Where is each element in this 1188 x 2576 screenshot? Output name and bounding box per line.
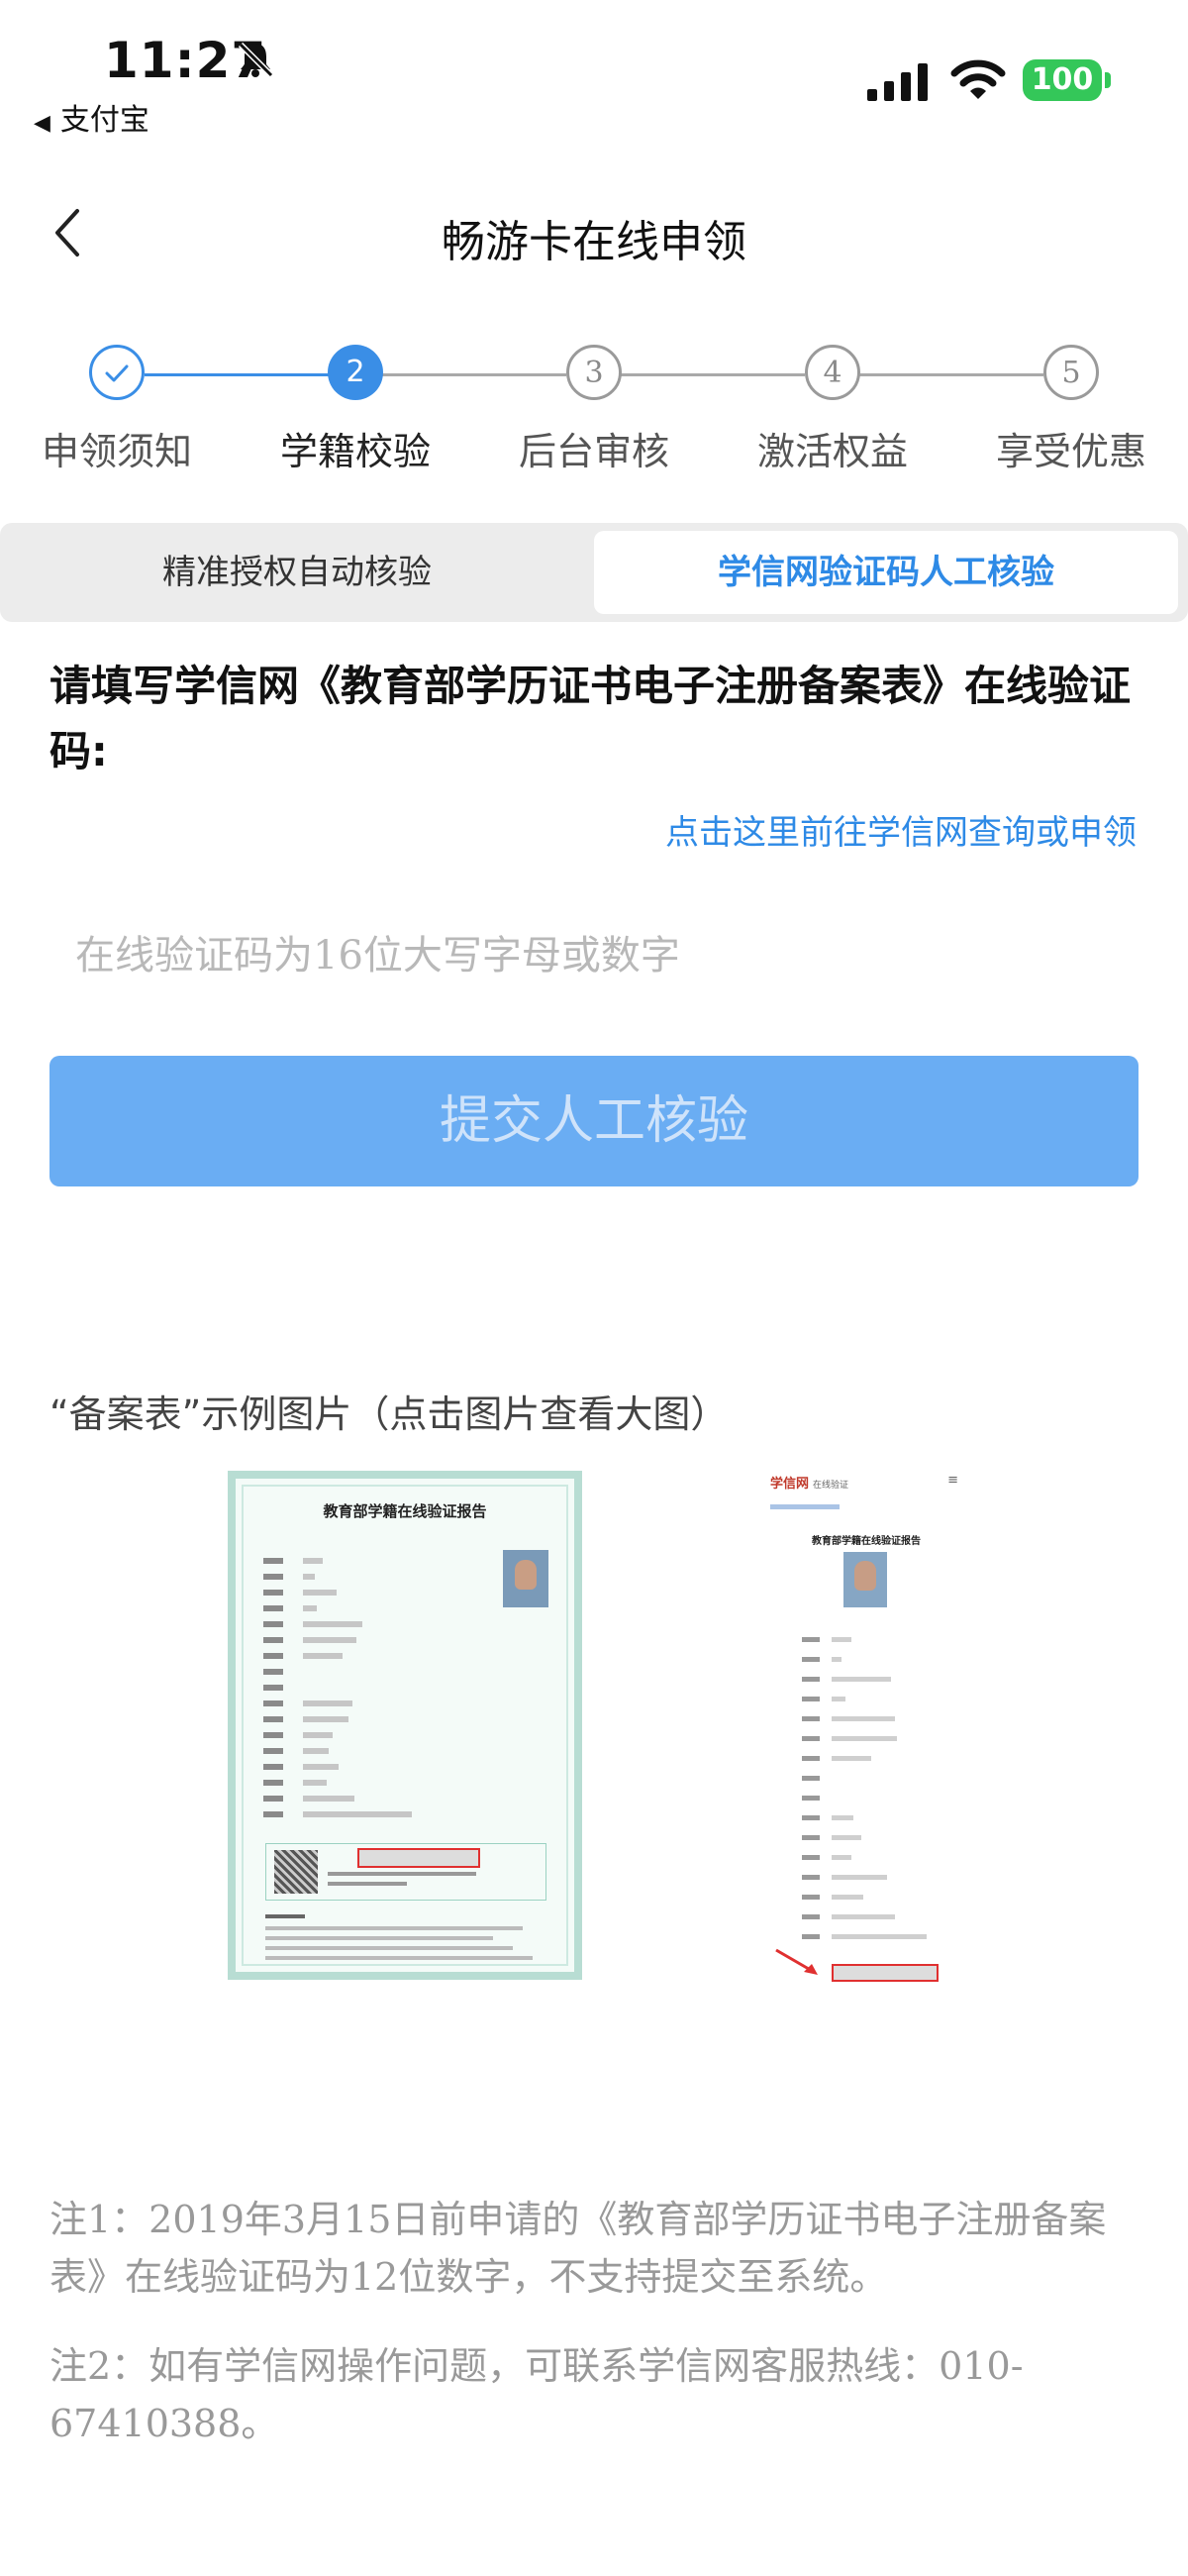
chsi-logo: 学信网 在线验证 <box>770 1477 849 1492</box>
cert-verify-box <box>265 1843 546 1901</box>
cert-photo-face <box>515 1560 537 1590</box>
note-2: 注2：如有学信网操作问题，可联系学信网客服热线：010-67410388。 <box>50 2344 1024 2445</box>
step-5-circle: 5 <box>1043 345 1099 400</box>
step-connector-3 <box>621 373 805 376</box>
wifi-icon <box>950 59 1006 99</box>
ps-title: 教育部学籍在线验证报告 <box>812 1536 921 1547</box>
tab-manual-verify[interactable]: 学信网验证码人工核验 <box>594 531 1178 614</box>
qr-code-icon <box>274 1850 318 1894</box>
step-1-circle <box>89 345 145 400</box>
verification-code-input[interactable] <box>50 911 1138 1000</box>
cert-photo <box>503 1550 548 1607</box>
step-connector-4 <box>859 373 1043 376</box>
back-app-label: 支付宝 <box>59 103 149 138</box>
step-1-label: 申领须知 <box>41 430 192 473</box>
step-2-circle: 2 <box>328 345 383 400</box>
battery-icon: 100 <box>1023 59 1102 101</box>
arrow-icon <box>775 1948 818 1975</box>
verification-tabs: 精准授权自动核验 学信网验证码人工核验 <box>0 523 1188 622</box>
instruction-text: 请填写学信网《教育部学历证书电子注册备案表》在线验证码: <box>50 662 1132 775</box>
cert-line <box>328 1882 407 1886</box>
ps-code-highlight <box>832 1964 939 1982</box>
step-connector-2 <box>382 373 566 376</box>
back-to-app[interactable]: ◀ 支付宝 <box>34 95 149 139</box>
step-5-label: 享受优惠 <box>995 430 1146 473</box>
ps-tabs <box>770 1504 840 1509</box>
chsi-link[interactable]: 点击这里前往学信网查询或申领 <box>665 805 1137 854</box>
cert-notes <box>265 1946 513 1950</box>
example-image-mobile[interactable]: 学信网 在线验证 ≡ 教育部学籍在线验证报告 <box>762 1463 970 1988</box>
step-3-circle: 3 <box>566 345 622 400</box>
check-icon <box>105 364 129 382</box>
cert-line <box>328 1872 476 1876</box>
cert-notes <box>265 1926 523 1930</box>
battery-nub <box>1105 72 1111 88</box>
step-connector-1 <box>145 373 352 376</box>
example-title: “备案表”示例图片（点击图片查看大图） <box>50 1392 729 1436</box>
bell-slash-icon <box>238 42 274 78</box>
menu-icon: ≡ <box>947 1473 958 1488</box>
step-4-label: 激活权益 <box>756 430 908 473</box>
ps-photo <box>843 1552 887 1607</box>
cert-notes <box>265 1914 305 1918</box>
note-1: 注1：2019年3月15日前申请的《教育部学历证书电子注册备案表》在线验证码为1… <box>50 2198 1107 2299</box>
signal-icon <box>867 63 928 101</box>
cert-notes <box>265 1936 493 1940</box>
tab-auto-verify[interactable]: 精准授权自动核验 <box>0 523 594 622</box>
step-4-circle: 4 <box>805 345 860 400</box>
cert-notes <box>265 1956 533 1960</box>
step-2-label: 学籍校验 <box>279 430 431 473</box>
cert-title: 教育部学籍在线验证报告 <box>323 1502 487 1520</box>
submit-button[interactable]: 提交人工核验 <box>50 1056 1138 1186</box>
step-3-label: 后台审核 <box>518 430 669 473</box>
back-triangle-icon: ◀ <box>34 111 50 136</box>
ps-photo-face <box>854 1561 876 1591</box>
page-title: 畅游卡在线申领 <box>442 217 746 267</box>
example-image-report[interactable]: 教育部学籍在线验证报告 <box>228 1471 582 1980</box>
cert-code-highlight <box>357 1848 480 1868</box>
